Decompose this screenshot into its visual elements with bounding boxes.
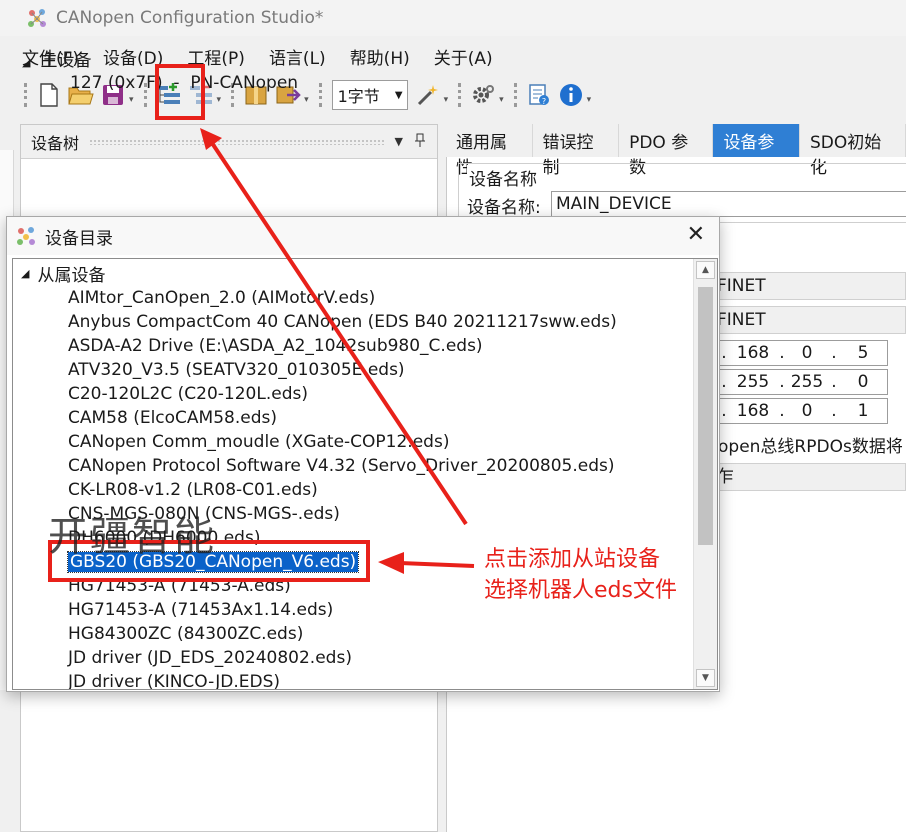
arrow-to-item xyxy=(399,561,475,568)
arrow-to-toolbar xyxy=(208,138,468,526)
annotation-arrows xyxy=(200,128,475,574)
annotation-note-line1: 点击添加从站设备 xyxy=(484,547,661,572)
arrow-to-item-head xyxy=(378,552,404,574)
arrow-to-toolbar-head xyxy=(200,128,222,150)
annotation-note-line2: 选择机器人eds文件 xyxy=(484,578,677,603)
